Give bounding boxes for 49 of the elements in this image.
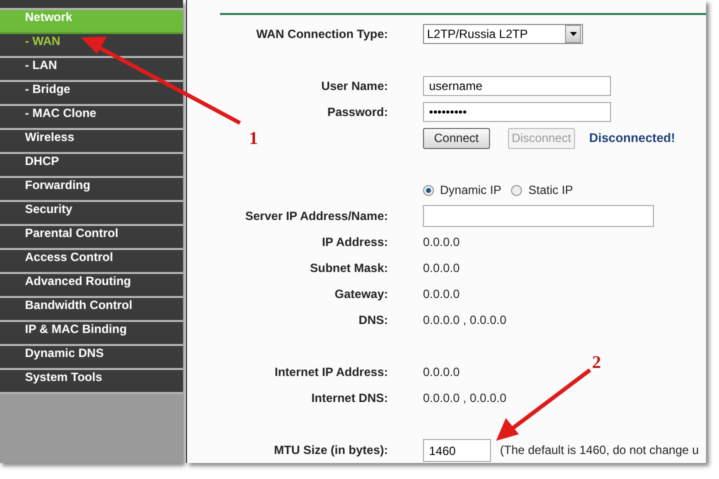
field-value: 0.0.0.0 , 0.0.0.0 bbox=[423, 313, 506, 327]
help-note: (The default is 1460, do not change u bbox=[500, 443, 699, 457]
field-label: Internet IP Address: bbox=[274, 365, 388, 379]
sidebar-item[interactable]: System Tools bbox=[0, 370, 183, 394]
connection-type-select[interactable]: L2TP/Russia L2TP bbox=[423, 24, 583, 44]
radio-button[interactable] bbox=[511, 184, 522, 196]
field-label: MTU Size (in bytes): bbox=[272, 443, 388, 457]
connection-status: Disconnected! bbox=[589, 131, 676, 145]
field-label: IP Address: bbox=[320, 235, 388, 249]
sidebar-item[interactable]: Advanced Routing bbox=[0, 274, 183, 298]
field-value: 0.0.0.0 bbox=[423, 287, 460, 301]
connect-button[interactable]: Connect bbox=[423, 128, 490, 148]
field-value: 0.0.0.0 bbox=[423, 365, 460, 379]
sidebar-item[interactable]: Bandwidth Control bbox=[0, 298, 183, 322]
annotation-number: 1 bbox=[249, 128, 258, 149]
field-value: 0.0.0.0 bbox=[423, 261, 460, 275]
radio-button[interactable] bbox=[423, 184, 434, 196]
password-field[interactable]: ••••••••• bbox=[423, 102, 611, 122]
sidebar-item[interactable]: IP & MAC Binding bbox=[0, 322, 183, 346]
sidebar-item[interactable]: Wireless bbox=[0, 130, 183, 154]
user-name-field[interactable]: username bbox=[423, 76, 611, 96]
server-address-field[interactable] bbox=[423, 205, 654, 227]
select-value: L2TP/Russia L2TP bbox=[427, 27, 528, 41]
mtu-field[interactable]: 1460 bbox=[423, 438, 491, 462]
field-label: DNS: bbox=[358, 313, 388, 327]
field-label: Server IP Address/Name: bbox=[244, 209, 388, 223]
field-value: 0.0.0.0 , 0.0.0.0 bbox=[423, 391, 506, 405]
sidebar-item[interactable]: Security bbox=[0, 202, 183, 226]
sidebar-item[interactable]: Parental Control bbox=[0, 226, 183, 250]
sidebar-item[interactable]: - WAN bbox=[0, 34, 183, 58]
field-label: Internet DNS: bbox=[310, 391, 388, 405]
radio-option[interactable]: Static IP bbox=[511, 183, 574, 197]
field-label: Gateway: bbox=[334, 287, 388, 301]
sidebar-item[interactable]: - LAN bbox=[0, 58, 183, 82]
sidebar-item[interactable]: - Bridge bbox=[0, 82, 183, 106]
field-label: WAN Connection Type: bbox=[255, 27, 388, 41]
field-label: User Name: bbox=[320, 79, 388, 93]
sidebar-item[interactable]: Access Control bbox=[0, 250, 183, 274]
annotation-number: 2 bbox=[592, 352, 601, 373]
radio-label: Static IP bbox=[528, 183, 574, 197]
radio-option[interactable]: Dynamic IP bbox=[423, 183, 502, 197]
sidebar-item[interactable]: - MAC Clone bbox=[0, 106, 183, 130]
field-value: 0.0.0.0 bbox=[423, 235, 460, 249]
field-label: Subnet Mask: bbox=[308, 261, 388, 275]
field-label: Password: bbox=[326, 105, 388, 119]
sidebar-item[interactable]: DHCP bbox=[0, 154, 183, 178]
sidebar-item[interactable]: Forwarding bbox=[0, 178, 183, 202]
radio-label: Dynamic IP bbox=[440, 183, 502, 197]
sidebar-item[interactable]: Dynamic DNS bbox=[0, 346, 183, 370]
